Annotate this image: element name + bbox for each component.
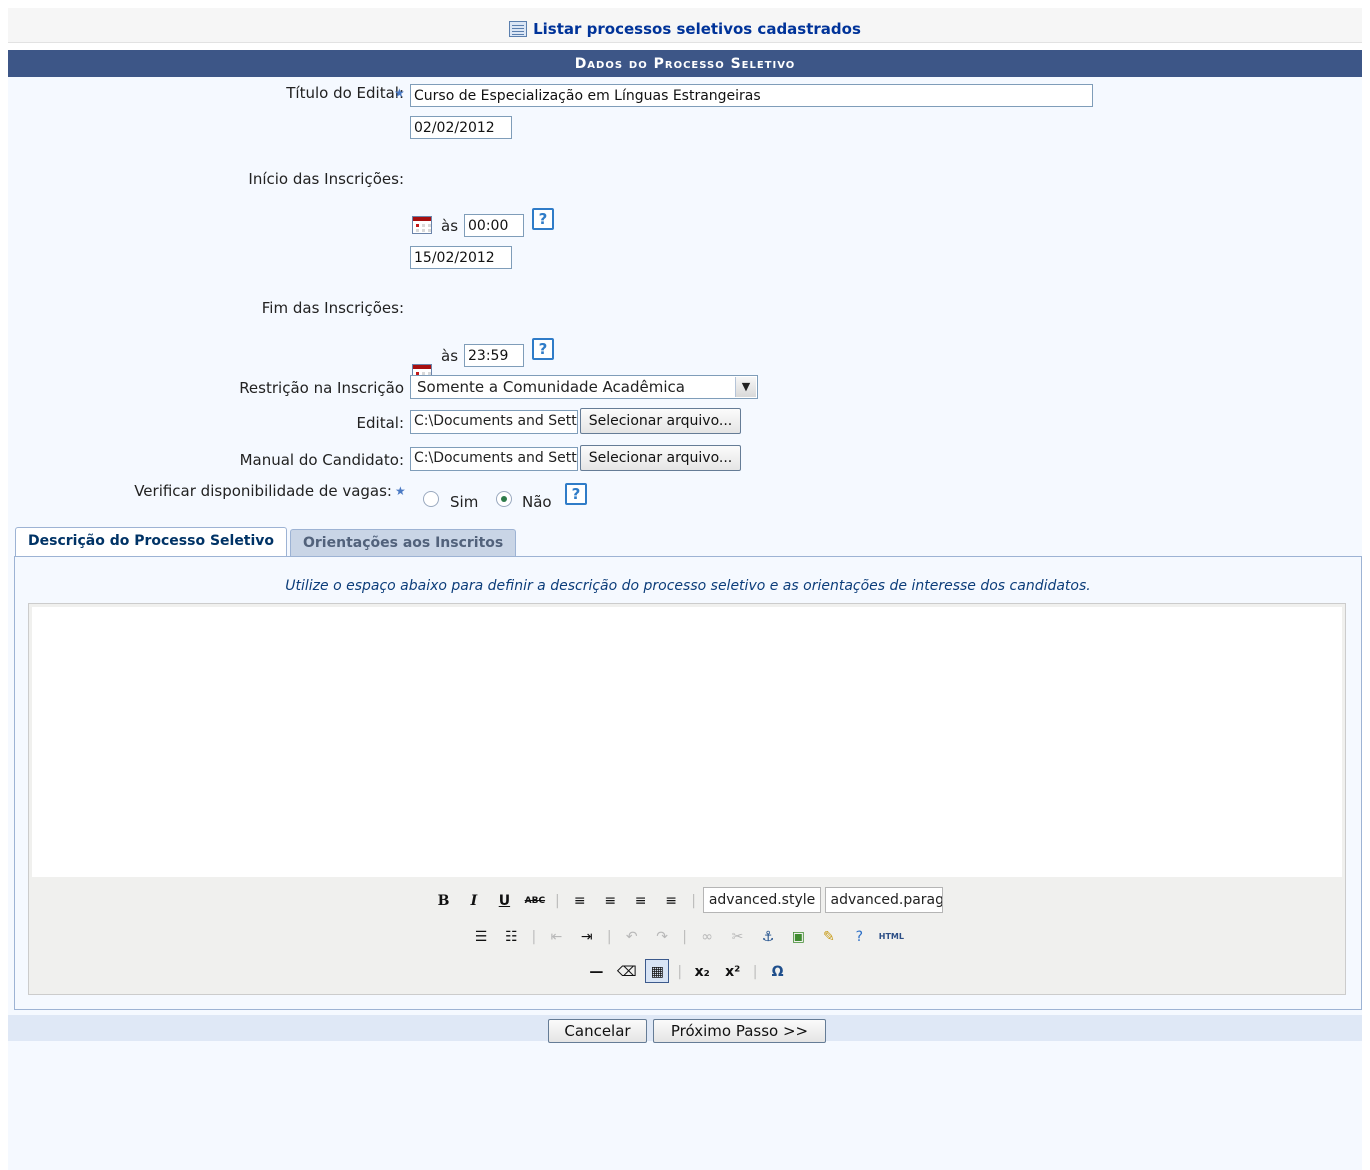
help-icon[interactable]: ? <box>532 338 554 360</box>
align-right-icon[interactable]: ≡ <box>629 888 653 912</box>
help-icon[interactable]: ? <box>847 924 871 948</box>
align-justify-icon[interactable]: ≡ <box>659 888 683 912</box>
align-center-icon[interactable]: ≡ <box>598 888 622 912</box>
bold-icon[interactable]: B <box>432 888 456 912</box>
html-label: HTML <box>878 932 904 941</box>
inicio-label: Início das Inscrições: <box>248 170 404 188</box>
tab-orientacoes[interactable]: Orientações aos Inscritos <box>290 529 517 557</box>
restricao-label: Restrição na Inscrição <box>239 379 404 397</box>
image-icon[interactable]: ▣ <box>786 924 810 948</box>
restricao-value: Somente a Comunidade Acadêmica <box>417 378 685 396</box>
numbered-list-icon[interactable]: ☷ <box>499 924 523 948</box>
vagas-label: Verificar disponibilidade de vagas: <box>134 482 392 500</box>
as-label: às <box>441 347 459 365</box>
horizontal-rule-icon[interactable]: — <box>584 959 608 983</box>
titulo-input[interactable] <box>410 84 1093 107</box>
editor-text-area[interactable] <box>32 607 1342 877</box>
fim-time-input[interactable] <box>464 344 524 367</box>
next-step-button[interactable]: Próximo Passo >> <box>653 1019 826 1043</box>
style-select[interactable]: advanced.style <box>703 887 822 913</box>
chevron-down-icon: ▼ <box>735 377 756 397</box>
special-char-icon[interactable]: Ω <box>766 959 790 983</box>
unlink-icon[interactable]: ✂ <box>726 924 750 948</box>
inicio-date-input[interactable] <box>410 116 512 139</box>
toolbar-separator: | <box>691 893 696 909</box>
undo-icon[interactable]: ↶ <box>620 924 644 948</box>
tab-descricao[interactable]: Descrição do Processo Seletivo <box>15 527 288 557</box>
help-icon[interactable]: ? <box>532 208 554 230</box>
required-star-icon: ★ <box>395 484 406 498</box>
style-select-value: advanced.style <box>708 892 816 908</box>
toolbar-separator: | <box>606 929 612 945</box>
anchor-icon[interactable]: ⚓ <box>756 924 780 948</box>
editor-hint: Utilize o espaço abaixo para definir a d… <box>285 578 1091 594</box>
edital-select-file-button[interactable]: Selecionar arquivo... <box>580 408 741 434</box>
link-icon[interactable]: ∞ <box>695 924 719 948</box>
edital-file-input[interactable]: C:\Documents and Settings <box>410 410 578 434</box>
align-left-icon[interactable]: ≡ <box>568 888 592 912</box>
underline-icon[interactable]: U <box>492 888 516 912</box>
titulo-label: Título do Edital: <box>286 84 404 102</box>
italic-icon[interactable]: I <box>462 888 486 912</box>
redo-icon[interactable]: ↷ <box>650 924 674 948</box>
vagas-nao-radio[interactable] <box>496 491 512 507</box>
inicio-time-input[interactable] <box>464 214 524 237</box>
toolbar-separator: | <box>752 964 758 980</box>
restricao-select[interactable]: Somente a Comunidade Acadêmica ▼ <box>410 375 758 399</box>
edital-label: Edital: <box>356 414 404 432</box>
list-processes-label: Listar processos seletivos cadastrados <box>533 20 861 38</box>
bullet-list-icon[interactable]: ☰ <box>469 924 493 948</box>
fim-date-input[interactable] <box>410 246 512 269</box>
list-processes-link[interactable]: Listar processos seletivos cadastrados <box>509 20 861 38</box>
cleanup-icon[interactable]: ✎ <box>817 924 841 948</box>
section-title: Dados do Processo Seletivo <box>8 50 1362 77</box>
fim-label: Fim das Inscrições: <box>261 299 404 317</box>
cancel-button[interactable]: Cancelar <box>548 1019 647 1043</box>
toolbar-separator: | <box>554 893 560 909</box>
vagas-sim-label: Sim <box>450 493 479 511</box>
eraser-icon[interactable]: ⌫ <box>615 959 639 983</box>
strikethrough-icon[interactable]: ABC <box>523 888 547 912</box>
toolbar-separator: | <box>677 964 683 980</box>
required-star-icon: ★ <box>394 86 405 100</box>
paragraph-select-value: advanced.paragraph <box>830 892 944 908</box>
subscript-icon[interactable]: x₂ <box>690 959 714 983</box>
manual-file-input[interactable]: C:\Documents and Settings <box>410 447 578 471</box>
superscript-icon[interactable]: x² <box>721 959 745 983</box>
toolbar-separator: | <box>682 929 687 945</box>
manual-label: Manual do Candidato: <box>239 451 404 469</box>
editor-toolbar-row-2: ☰ ☷ | ⇤ ⇥ | ↶ ↷ | ∞ ✂ ⚓ ▣ ✎ ? HTML <box>32 924 1342 950</box>
top-link-bar: Listar processos seletivos cadastrados <box>8 8 1362 43</box>
editor-toolbar-row-3: — ⌫ ▦ | x₂ x² | Ω <box>32 959 1342 985</box>
help-icon[interactable]: ? <box>565 483 587 505</box>
list-icon <box>509 21 528 37</box>
toolbar-separator: | <box>531 929 537 945</box>
indent-icon[interactable]: ⇥ <box>575 924 599 948</box>
outdent-icon[interactable]: ⇤ <box>544 924 568 948</box>
editor-toolbar-row-1: B I U ABC | ≡ ≡ ≡ ≡ | advanced.style adv… <box>32 887 1342 913</box>
table-icon[interactable]: ▦ <box>645 959 670 983</box>
html-icon[interactable]: HTML <box>878 924 905 948</box>
vagas-nao-label: Não <box>522 493 552 511</box>
as-label: às <box>441 217 459 235</box>
paragraph-select[interactable]: advanced.paragraph <box>825 887 944 913</box>
calendar-icon[interactable] <box>412 216 432 234</box>
manual-select-file-button[interactable]: Selecionar arquivo... <box>580 445 741 471</box>
vagas-sim-radio[interactable] <box>423 491 439 507</box>
